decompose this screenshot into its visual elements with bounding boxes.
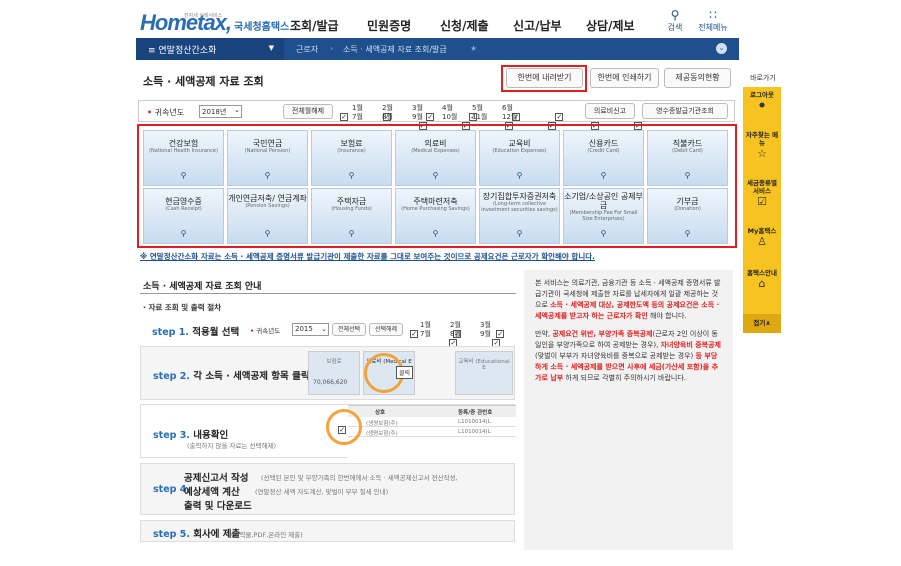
category-medical[interactable]: 의료비 (Medical Expenses) ⚲ bbox=[395, 130, 476, 186]
magnifier-icon: ⚲ bbox=[264, 171, 271, 180]
magnifier-icon: ⚲ bbox=[180, 171, 187, 180]
checkbox-icon: ✓ bbox=[496, 330, 505, 338]
person-icon: ♙ bbox=[757, 235, 767, 248]
category-housing-funds[interactable]: 주택자금 (Housing Funds) ⚲ bbox=[311, 188, 392, 244]
year-select[interactable]: 2018년 ⌄ bbox=[199, 105, 242, 118]
chevron-down-icon: ⌄ bbox=[234, 106, 240, 114]
checkbox-icon: ✓ bbox=[338, 426, 346, 434]
quick-favorites[interactable]: 자주찾는 메뉴 ☆ bbox=[743, 131, 781, 160]
step-3: step 3. 내용확인 (출력하지 않을 자료는 선택해제) 상호 등록/증 관… bbox=[140, 404, 516, 458]
quick-my-hometax[interactable]: My홈택스 ♙ bbox=[743, 227, 781, 248]
step-5: step 5. 회사에 제출 (출력물,PDF,온라인 제출) bbox=[140, 520, 515, 542]
menu-dropdown[interactable]: ≡ 연말정산간소화 ▼ bbox=[136, 38, 284, 60]
month-checkbox-group: ✓ 1월 ✓ 2월 ✓ 3월 ✓ 4월 ✓ 5월 ✓ 6월 ✓ 7월 ✓ 8월 ✓ 9월 ✓ 10월… bbox=[340, 104, 643, 130]
category-national-pension[interactable]: 국민연금 (National Pension) ⚲ bbox=[227, 130, 308, 186]
toggle-all-months-button[interactable]: 전체월해제 bbox=[283, 104, 333, 119]
breadcrumb-worker[interactable]: 근로자 bbox=[296, 44, 318, 55]
step2-mock-cell-3: 교육비 (Educational E bbox=[455, 351, 513, 395]
magnifier-icon: ⚲ bbox=[432, 229, 439, 238]
checkbox-icon: ☑ bbox=[757, 195, 767, 208]
chevron-down-icon[interactable]: ⌄ bbox=[716, 43, 727, 54]
magnifier-icon: ⚲ bbox=[516, 171, 523, 180]
quick-collapse[interactable]: 접기∧ bbox=[743, 314, 781, 333]
hometax-logo[interactable]: 전자세 실례서비스 Hometax, 국세청홈택스 bbox=[140, 10, 289, 36]
magnifier-icon: ⚲ bbox=[180, 229, 187, 238]
quick-logout[interactable]: 로그아웃 ⚫ bbox=[743, 91, 781, 112]
receipt-issuer-button[interactable]: 영수증발급기관조회 bbox=[642, 103, 728, 119]
category-donation[interactable]: 기부금 (Donation) ⚲ bbox=[647, 188, 728, 244]
guide-subtitle: · 자료 조회 및 출력 절차 bbox=[143, 303, 222, 312]
filter-bar: • 귀속년도 2018년 ⌄ 전체월해제 ✓ 1월 ✓ 2월 ✓ 3월 ✓ 4월 ✓ 5월 … bbox=[138, 100, 735, 130]
category-education[interactable]: 교육비 (Education Expenses) ⚲ bbox=[479, 130, 560, 186]
category-cash-receipt[interactable]: 현금영수증 (Cash Receipt) ⚲ bbox=[143, 188, 224, 244]
magnifier-icon: ⚲ bbox=[432, 171, 439, 180]
logo-sub: 국세청홈택스 bbox=[234, 22, 290, 33]
divider bbox=[140, 293, 516, 294]
month-checkbox[interactable]: ✓ bbox=[340, 113, 348, 121]
magnifier-icon: ⚲ bbox=[348, 171, 355, 180]
lock-icon: ⚫ bbox=[757, 99, 767, 112]
page-title: 소득 · 세액공제 자료 조회 bbox=[143, 75, 264, 88]
breadcrumb-current[interactable]: 소득 · 세액공제 자료 조회/발급 bbox=[343, 44, 447, 55]
dropdown-arrow-icon: ▼ bbox=[268, 44, 274, 52]
magnifier-icon: ⚲ bbox=[684, 171, 691, 180]
consent-status-button[interactable]: 제공동의현황 bbox=[664, 68, 731, 88]
magnifier-icon: ⚲ bbox=[684, 229, 691, 238]
chevron-down-icon: ⌄ bbox=[321, 325, 327, 333]
gnb-item-report[interactable]: 신고/납부 bbox=[513, 17, 562, 34]
month-checkbox[interactable]: ✓ bbox=[426, 113, 435, 121]
allmenu-button[interactable]: ∷ 전체메뉴 bbox=[690, 8, 736, 33]
medical-report-button[interactable]: 의료비신고 bbox=[585, 103, 635, 119]
guide-title: 소득 · 세액공제 자료 조회 안내 bbox=[143, 282, 262, 292]
magnifier-icon: ⚲ bbox=[600, 229, 607, 238]
step-4: step 4. 공제신고서 작성 예상세액 계산 출력 및 다운로드 (선택된 … bbox=[140, 463, 515, 515]
location-bar: ≡ 연말정산간소화 ▼ 근로자 › 소득 · 세액공제 자료 조회/발급 ★ ⌄ bbox=[136, 38, 739, 60]
step-2: step 2. 각 소득 · 세액공제 항목 클릭 보험료 70,066,620 … bbox=[140, 346, 515, 400]
download-all-button[interactable]: 한번에 내려받기 bbox=[506, 68, 583, 88]
gnb-item-lookup[interactable]: 조회/발급 bbox=[290, 17, 339, 34]
category-credit-card[interactable]: 신용카드 (Credit Card) ⚲ bbox=[563, 130, 644, 186]
month-checkbox[interactable]: ✓ bbox=[555, 113, 564, 121]
category-pension-savings[interactable]: 개인연금저축/ 연금계좌 (Pension Savings) ⚲ bbox=[227, 188, 308, 244]
star-icon: ☆ bbox=[757, 147, 767, 160]
category-debit-card[interactable]: 직불카드 (Debit Card) ⚲ bbox=[647, 130, 728, 186]
quick-guide[interactable]: 홈택스안내 ⌂ bbox=[743, 269, 781, 290]
notice-text: ※ 연말정산간소화 자료는 소득 · 세액공제 증명서류 발급기관이 제출한 자… bbox=[140, 252, 595, 261]
step1-year-label: • 귀속년도 bbox=[250, 327, 281, 335]
click-tooltip: 클릭 bbox=[396, 366, 414, 379]
year-label: • 귀속년도 bbox=[147, 108, 185, 117]
checkbox-icon: ✓ bbox=[410, 330, 418, 338]
category-long-term-securities[interactable]: 장기집합투자증권저축 (Long-term collective investme… bbox=[479, 188, 560, 244]
magnifier-icon: ⚲ bbox=[264, 229, 271, 238]
gnb-item-consult[interactable]: 상담/제보 bbox=[586, 17, 635, 34]
category-insurance[interactable]: 보험료 (Insurance) ⚲ bbox=[311, 130, 392, 186]
step1-year-select: 2015 ⌄ bbox=[292, 323, 329, 336]
gnb-item-certificate[interactable]: 민원증명 bbox=[367, 17, 411, 34]
guide-info-box: 본 서비스는 의료기관, 금융기관 등 소득 · 세액공제 증명서류 발급기관이… bbox=[524, 270, 733, 550]
star-icon[interactable]: ★ bbox=[470, 44, 477, 53]
step1-deselect: 선택해제 bbox=[369, 323, 403, 336]
quick-tax-services[interactable]: 세금종류별 서비스 ☑ bbox=[743, 179, 781, 208]
gnb-item-apply[interactable]: 신청/제출 bbox=[440, 17, 489, 34]
step2-mock-cell-1: 보험료 70,066,620 bbox=[308, 351, 360, 395]
breadcrumb-separator-icon: › bbox=[330, 44, 334, 53]
logo-tagline: 전자세 실례서비스 bbox=[184, 13, 223, 19]
print-all-button[interactable]: 한번에 인쇄하기 bbox=[590, 68, 659, 88]
quick-menu-title: 바로가기 bbox=[750, 74, 776, 82]
step3-mock-table: 상호 등록/증 관번호 (생명보험(주) L1010014(L (생명보험(주) L1… bbox=[348, 405, 516, 458]
home-icon: ⌂ bbox=[758, 277, 766, 290]
grid-icon: ∷ bbox=[709, 8, 717, 22]
category-small-business[interactable]: 소기업/소상공인 공제부금 (Membership Fee For Small S… bbox=[563, 188, 644, 244]
category-health-insurance[interactable]: 건강보험 (National Health Insurance) ⚲ bbox=[143, 130, 224, 186]
magnifier-icon: ⚲ bbox=[516, 229, 523, 238]
step1-select-all: 전체선택 bbox=[332, 323, 366, 336]
category-home-savings[interactable]: 주택마련저축 (Home Purchasing Savings) ⚲ bbox=[395, 188, 476, 244]
quick-menu: 바로가기 로그아웃 ⚫ 자주찾는 메뉴 ☆ 세금종류별 서비스 ☑ My홈택스 ♙ 홈택… bbox=[743, 73, 783, 333]
step-1: step 1. 적용월 선택 • 귀속년도 2015 ⌄ 전체선택 선택해제 ✓ 1… bbox=[140, 316, 544, 347]
magnifier-icon: ⚲ bbox=[600, 171, 607, 180]
magnifier-icon: ⚲ bbox=[348, 229, 355, 238]
category-grid: 건강보험 (National Health Insurance) ⚲ 국민연금 (Na… bbox=[137, 127, 737, 248]
